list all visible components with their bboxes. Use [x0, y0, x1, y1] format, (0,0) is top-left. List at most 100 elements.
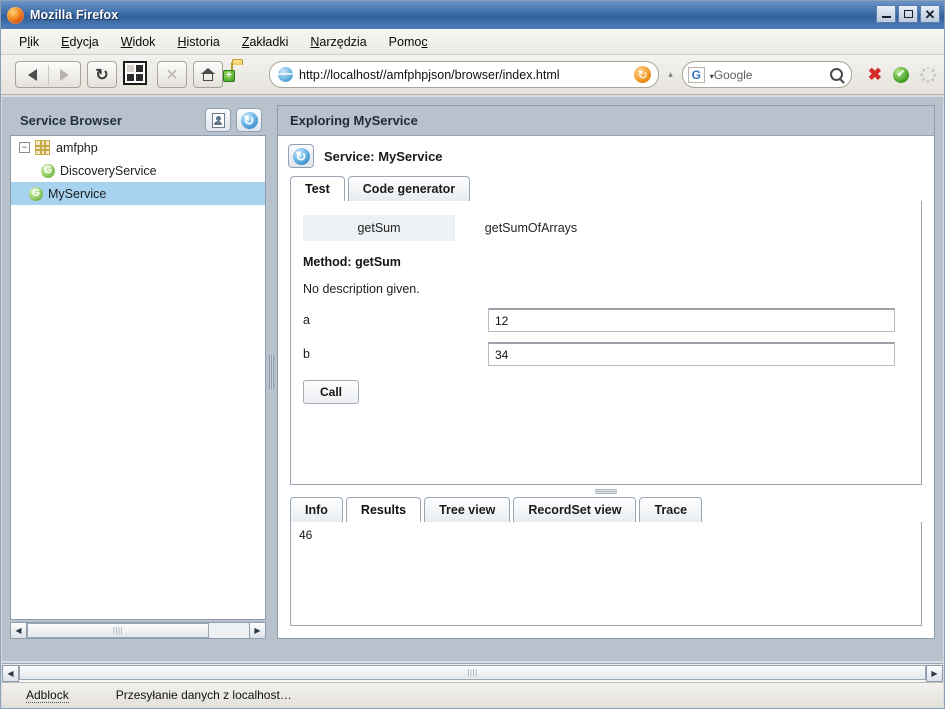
tab-trace[interactable]: Trace: [639, 497, 703, 522]
address-bar-text: http://localhost//amfphpjson/browser/ind…: [299, 67, 560, 82]
google-logo-icon: G: [687, 66, 705, 83]
menu-narzedzia[interactable]: Narzędzia: [310, 35, 366, 49]
menu-edycja-label: Edycja: [61, 34, 99, 49]
param-row-b: b: [303, 342, 909, 366]
method-description: No description given.: [303, 282, 420, 296]
main-tabstrip: Test Code generator: [278, 176, 934, 201]
param-row-a: a: [303, 308, 909, 332]
check-icon[interactable]: ✔: [893, 66, 909, 83]
go-reload-icon[interactable]: [634, 66, 652, 83]
forward-button[interactable]: [48, 68, 80, 81]
grid-icon: [123, 61, 147, 85]
service-tree: − amfphp G DiscoveryService G MyService: [10, 135, 266, 620]
address-bar[interactable]: http://localhost//amfphpjson/browser/ind…: [269, 61, 660, 88]
sidebar-horizontal-scrollbar[interactable]: ◀ |||| ▶: [10, 622, 266, 639]
tab-recordset-view[interactable]: RecordSet view: [513, 497, 637, 522]
splitter-grip: [268, 355, 274, 389]
grid-icon: [35, 140, 50, 155]
stop-button[interactable]: ✕: [157, 61, 187, 88]
adblock-status[interactable]: Adblock: [26, 688, 69, 703]
scroll-track[interactable]: ||||: [19, 664, 926, 682]
panel-header: Exploring MyService: [278, 106, 934, 136]
tab-results[interactable]: Results: [345, 497, 422, 522]
menu-plik-label: Plik: [19, 34, 40, 49]
folder-icon: +: [223, 61, 235, 82]
contact-card-button[interactable]: [205, 108, 231, 132]
page-horizontal-scrollbar[interactable]: ◀ |||| ▶: [2, 663, 943, 682]
title-bar: Mozilla Firefox ✕: [1, 1, 944, 29]
close-button[interactable]: ✕: [920, 5, 940, 23]
splitter-grip: [595, 488, 617, 494]
address-dropdown-icon[interactable]: ▴: [668, 69, 673, 80]
menu-edycja[interactable]: Edycja: [61, 35, 99, 49]
search-bar[interactable]: G ▾Google: [681, 61, 852, 88]
menu-zakladki-label: Zakładki: [241, 34, 289, 49]
scroll-right-icon[interactable]: ▶: [926, 664, 943, 682]
home-button[interactable]: [193, 61, 223, 88]
maximize-button[interactable]: [898, 5, 918, 23]
service-icon: G: [29, 186, 43, 201]
tree-item-myservice[interactable]: G MyService: [11, 182, 265, 205]
tree-item-amfphp[interactable]: − amfphp: [11, 136, 265, 159]
method-title: Method: getSum: [303, 255, 401, 269]
status-message: Przesyłanie danych z localhost…: [115, 688, 292, 702]
scroll-left-icon[interactable]: ◀: [2, 664, 19, 682]
menu-pomoc[interactable]: Pomoc: [389, 35, 428, 49]
refresh-icon: ↻: [240, 111, 258, 129]
call-button[interactable]: Call: [303, 380, 359, 404]
window-title: Mozilla Firefox: [30, 8, 119, 22]
param-input-b[interactable]: [488, 342, 895, 366]
search-engine-label[interactable]: ▾Google: [710, 68, 830, 82]
reload-button[interactable]: ↻: [87, 61, 117, 88]
add-bookmark-button[interactable]: +: [223, 61, 259, 87]
service-refresh-button[interactable]: ↻: [288, 144, 314, 168]
service-detail-panel: Exploring MyService ↻ Service: MyService…: [277, 105, 935, 639]
cancel-icon[interactable]: ✖: [868, 66, 882, 83]
scroll-right-icon[interactable]: ▶: [249, 622, 266, 639]
method-tab-getsum[interactable]: getSum: [303, 215, 455, 241]
menu-historia[interactable]: Historia: [177, 35, 219, 49]
search-icon[interactable]: [829, 68, 843, 81]
navigation-toolbar: ↻ ✕ + http://localhost//amfphpjson/brows…: [1, 55, 944, 95]
status-bar: Adblock Przesyłanie danych z localhost…: [2, 682, 943, 707]
service-name-label: Service: MyService: [324, 148, 443, 164]
menu-widok-label: Widok: [120, 34, 156, 49]
menu-plik[interactable]: Plik: [19, 35, 39, 49]
scroll-thumb[interactable]: ||||: [27, 623, 210, 638]
collapse-icon[interactable]: −: [19, 142, 30, 153]
card-icon: [211, 112, 225, 128]
back-button[interactable]: [16, 68, 48, 81]
home-icon: [200, 68, 216, 81]
vertical-splitter[interactable]: [266, 105, 276, 639]
tree-item-label: MyService: [48, 186, 107, 201]
page-content: Service Browser ↻ − amfphp G DiscoverySe…: [2, 97, 943, 661]
toolbar-status-icons: ✖ ✔: [868, 66, 936, 83]
results-tabstrip: Info Results Tree view RecordSet view Tr…: [290, 497, 922, 522]
test-pane: getSum getSumOfArrays Method: getSum No …: [290, 201, 922, 485]
menu-widok[interactable]: Widok: [121, 35, 156, 49]
scroll-track[interactable]: ||||: [27, 622, 249, 639]
reload-icon: ↻: [95, 66, 109, 84]
tab-info[interactable]: Info: [290, 497, 343, 522]
tree-item-label: DiscoveryService: [60, 163, 157, 178]
tree-item-discoveryservice[interactable]: G DiscoveryService: [11, 159, 265, 182]
loading-spinner-icon: [919, 66, 936, 83]
tab-test[interactable]: Test: [290, 176, 345, 201]
tree-item-label: amfphp: [56, 140, 98, 155]
minimize-button[interactable]: [876, 5, 896, 23]
method-tab-getsumofarrays[interactable]: getSumOfArrays: [455, 215, 607, 241]
scroll-left-icon[interactable]: ◀: [10, 622, 27, 639]
horizontal-splitter[interactable]: [278, 485, 934, 497]
scroll-thumb[interactable]: ||||: [19, 664, 926, 680]
service-icon: G: [41, 163, 55, 178]
close-icon: ✕: [924, 6, 936, 22]
extension-grid-button[interactable]: [123, 61, 151, 88]
menu-pomoc-label: Pomoc: [388, 34, 428, 49]
param-label-b: b: [303, 347, 310, 361]
tab-code-generator[interactable]: Code generator: [347, 176, 471, 201]
refresh-services-button[interactable]: ↻: [236, 108, 262, 132]
back-forward-group: [15, 61, 81, 88]
param-input-a[interactable]: [488, 308, 895, 332]
tab-tree-view[interactable]: Tree view: [424, 497, 511, 522]
menu-zakladki[interactable]: Zakładki: [242, 35, 289, 49]
